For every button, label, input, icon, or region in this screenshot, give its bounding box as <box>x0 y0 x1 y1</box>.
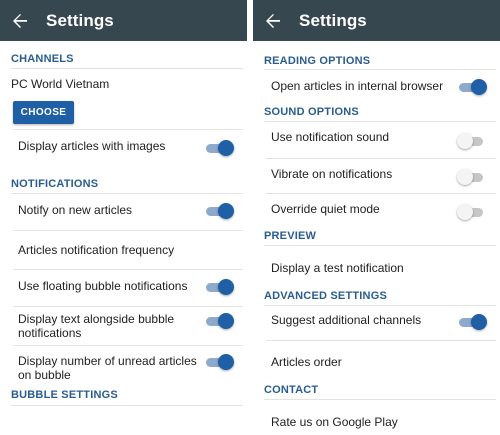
setting-label: Override quiet mode <box>271 202 380 216</box>
setting-internal-browser[interactable]: Open articles in internal browser <box>253 70 500 106</box>
notify-new-toggle[interactable] <box>204 202 234 220</box>
suggest-channels-toggle[interactable] <box>457 313 487 331</box>
setting-label: Display a test notification <box>271 261 404 275</box>
setting-text-alongside-bubble[interactable]: Display text alongside bubble notificati… <box>0 307 247 345</box>
page-title: Settings <box>299 10 367 30</box>
setting-notification-sound[interactable]: Use notification sound <box>253 122 500 158</box>
override-quiet-toggle[interactable] <box>457 203 487 221</box>
back-arrow-icon[interactable] <box>264 12 282 30</box>
setting-floating-bubble[interactable]: Use floating bubble notifications <box>0 270 247 306</box>
floating-bubble-toggle[interactable] <box>204 278 234 296</box>
vibrate-toggle[interactable] <box>457 168 487 186</box>
notification-sound-toggle[interactable] <box>457 132 487 150</box>
setting-label: Use floating bubble notifications <box>18 279 188 293</box>
page-title: Settings <box>46 10 114 30</box>
setting-notify-new[interactable]: Notify on new articles <box>0 194 247 230</box>
back-arrow-icon[interactable] <box>11 12 29 30</box>
setting-label: Vibrate on notifications <box>271 167 393 181</box>
section-header-contact: CONTACT <box>264 384 319 396</box>
setting-override-quiet[interactable]: Override quiet mode <box>253 194 500 228</box>
setting-label: Suggest additional channels <box>271 313 422 327</box>
section-header-channels: CHANNELS <box>11 53 74 65</box>
choose-channel-button[interactable]: CHOOSE <box>13 101 74 124</box>
setting-label-line2: on bubble <box>18 368 71 382</box>
setting-label: Display articles with images <box>18 139 166 153</box>
section-header-reading-options: READING OPTIONS <box>264 55 371 67</box>
section-header-preview: PREVIEW <box>264 230 317 242</box>
app-bar: Settings <box>253 0 500 41</box>
setting-suggest-channels[interactable]: Suggest additional channels <box>253 306 500 340</box>
text-alongside-bubble-toggle[interactable] <box>204 312 234 330</box>
channel-name: PC World Vietnam <box>11 77 110 91</box>
setting-label-line2: notifications <box>18 326 82 340</box>
setting-label: Rate us on Google Play <box>271 415 398 429</box>
divider <box>11 405 243 406</box>
section-header-notifications: NOTIFICATIONS <box>11 178 99 190</box>
setting-test-notification[interactable]: Display a test notification <box>253 246 500 290</box>
setting-label-line1: Display text alongside bubble <box>18 312 175 326</box>
setting-articles-order[interactable]: Articles order <box>253 341 500 384</box>
section-header-sound-options: SOUND OPTIONS <box>264 106 359 118</box>
unread-count-bubble-toggle[interactable] <box>204 353 234 371</box>
setting-label-line1: Display number of unread articles <box>18 354 197 368</box>
choose-row: CHOOSE <box>0 93 247 129</box>
right-settings-screen: Settings READING OPTIONS Open articles i… <box>253 0 500 435</box>
setting-label: Use notification sound <box>271 130 390 144</box>
setting-vibrate[interactable]: Vibrate on notifications <box>253 159 500 193</box>
setting-label: Articles order <box>271 355 342 369</box>
setting-label: Open articles in internal browser <box>271 79 444 93</box>
display-images-toggle[interactable] <box>204 139 234 157</box>
setting-display-images[interactable]: Display articles with images <box>0 130 247 164</box>
section-header-advanced-settings: ADVANCED SETTINGS <box>264 290 387 302</box>
internal-browser-toggle[interactable] <box>457 78 487 96</box>
setting-unread-count-bubble[interactable]: Display number of unread articles on bub… <box>0 346 247 384</box>
setting-rate-us[interactable]: Rate us on Google Play <box>253 400 500 429</box>
channel-name-row: PC World Vietnam <box>0 69 247 93</box>
section-header-bubble-settings: BUBBLE SETTINGS <box>11 389 118 401</box>
setting-label: Articles notification frequency <box>18 243 175 257</box>
left-settings-screen: Settings CHANNELS PC World Vietnam CHOOS… <box>0 0 247 435</box>
setting-label: Notify on new articles <box>18 203 133 217</box>
setting-notification-frequency[interactable]: Articles notification frequency <box>0 231 247 269</box>
app-bar: Settings <box>0 0 247 41</box>
